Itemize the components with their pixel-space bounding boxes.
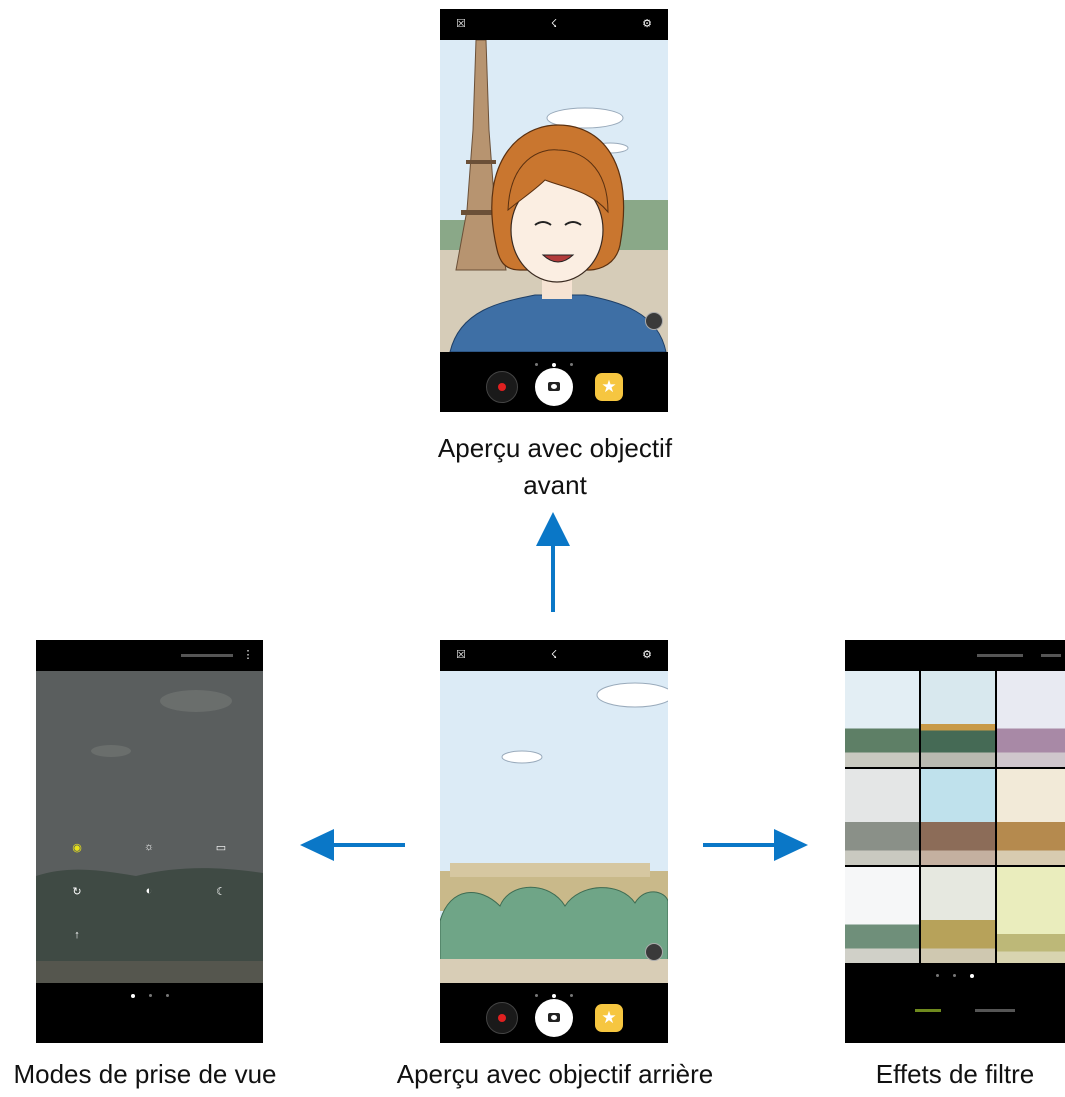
record-button[interactable] xyxy=(486,1002,518,1034)
filter-bottom-bar xyxy=(845,963,1065,1043)
top-toolbar: ⮽ ☇ ⚙ xyxy=(440,640,668,671)
manage-filters-link[interactable] xyxy=(975,1009,1015,1012)
switch-camera-button[interactable] xyxy=(645,943,663,961)
shutter-button[interactable] xyxy=(535,368,573,406)
arrow-right xyxy=(703,829,808,861)
camera-controls: ★ xyxy=(440,352,668,412)
filter-thumbnail[interactable] xyxy=(997,867,1065,963)
top-toolbar: ⋮ xyxy=(36,640,263,671)
front-camera-preview-screen: ⮽ ☇ ⚙ ★ xyxy=(440,9,668,412)
mode-panorama[interactable]: ▭ xyxy=(186,841,256,857)
star-effects-icon: ★ xyxy=(601,377,617,396)
switch-camera-icon[interactable]: ⮽ xyxy=(454,648,468,662)
edit-link[interactable] xyxy=(181,654,233,657)
gear-icon[interactable]: ⚙ xyxy=(640,648,654,662)
mode-night[interactable]: ☾ xyxy=(186,885,256,901)
mode-hyperlapse[interactable]: ↻ xyxy=(42,885,112,901)
filter-thumbnail[interactable] xyxy=(845,671,919,767)
filter-effects-screen xyxy=(845,640,1065,1043)
top-toolbar: ⮽ ☇ ⚙ xyxy=(440,9,668,40)
flash-off-icon[interactable]: ☇ xyxy=(547,17,561,31)
page-indicator xyxy=(845,967,1065,985)
switch-camera-button[interactable] xyxy=(645,312,663,330)
edit-link[interactable] xyxy=(1041,654,1061,657)
caption-filters: Effets de filtre xyxy=(875,1059,1035,1089)
camera-controls: ★ xyxy=(440,983,668,1043)
arrow-left xyxy=(300,829,405,861)
filter-thumbnail[interactable] xyxy=(845,769,919,865)
star-effects-icon: ★ xyxy=(601,1008,617,1027)
fork-icon: ↑ xyxy=(74,929,80,941)
gear-icon[interactable]: ⚙ xyxy=(640,17,654,31)
mode-auto[interactable]: ◉ xyxy=(42,841,112,857)
filter-thumbnail[interactable] xyxy=(997,671,1065,767)
camera-shutter-icon xyxy=(548,1013,560,1022)
caption-rear: Aperçu avec objectif arrière xyxy=(396,1059,714,1089)
page-indicator xyxy=(36,987,263,1005)
viewfinder[interactable] xyxy=(440,40,668,352)
shutter-button[interactable] xyxy=(535,999,573,1037)
filter-thumbnail[interactable] xyxy=(921,671,995,767)
more-vertical-icon[interactable]: ⋮ xyxy=(241,648,255,662)
aperture-icon: ☼ xyxy=(143,841,155,853)
mode-hdr[interactable]: ◐ xyxy=(114,885,184,900)
apply-filter-link[interactable] xyxy=(915,1009,941,1012)
mode-pro[interactable]: ☼ xyxy=(114,841,184,856)
viewfinder[interactable] xyxy=(440,671,668,983)
caption-front: Aperçu avec objectif avant xyxy=(437,433,673,500)
caption-modes: Modes de prise de vue xyxy=(13,1059,277,1089)
mode-food[interactable]: ↑ xyxy=(42,929,112,944)
park-illustration xyxy=(440,682,668,983)
download-link[interactable] xyxy=(977,654,1023,657)
filter-grid xyxy=(845,671,1065,963)
panorama-icon: ▭ xyxy=(215,842,227,854)
camera-icon: ◉ xyxy=(72,842,82,854)
moon-icon: ☾ xyxy=(216,886,226,898)
hyperlapse-icon: ↻ xyxy=(72,886,82,898)
filter-thumbnail[interactable] xyxy=(845,867,919,963)
arrow-up xyxy=(536,512,570,612)
selfie-illustration xyxy=(440,40,668,352)
camera-shutter-icon xyxy=(548,382,560,391)
effects-button[interactable]: ★ xyxy=(595,1004,623,1032)
top-toolbar xyxy=(845,640,1065,671)
rear-camera-preview-screen: ⮽ ☇ ⚙ ★ xyxy=(440,640,668,1043)
record-button[interactable] xyxy=(486,371,518,403)
effects-button[interactable]: ★ xyxy=(595,373,623,401)
mode-pager xyxy=(36,983,263,1043)
mode-overlay: ◉ ☼ ▭ ↻ ◐ ☾ ↑ xyxy=(36,671,263,983)
hdr-icon: ◐ xyxy=(145,885,153,897)
shooting-modes-screen: ⋮ ◉ ☼ ▭ ↻ ◐ ☾ ↑ xyxy=(36,640,263,1043)
filter-thumbnail[interactable] xyxy=(997,769,1065,865)
flash-off-icon[interactable]: ☇ xyxy=(547,648,561,662)
switch-camera-icon[interactable]: ⮽ xyxy=(454,17,468,31)
filter-thumbnail[interactable] xyxy=(921,769,995,865)
filter-thumbnail[interactable] xyxy=(921,867,995,963)
